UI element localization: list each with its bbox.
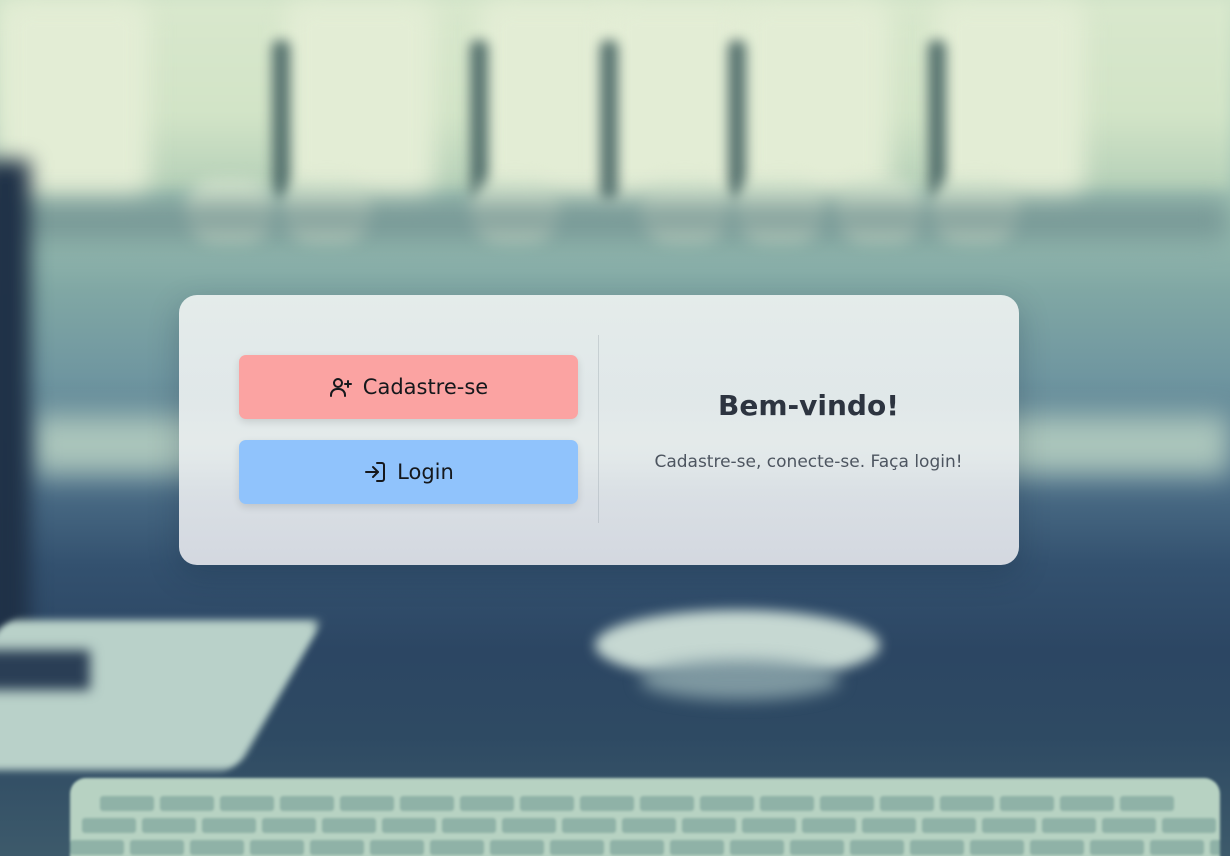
background-laptop (0, 620, 324, 770)
register-button[interactable]: Cadastre-se (239, 355, 578, 419)
welcome-subtitle: Cadastre-se, conecte-se. Faça login! (654, 452, 963, 472)
keyboard-row (70, 840, 1220, 855)
welcome-title: Bem-vindo! (718, 389, 899, 422)
keyboard-row (100, 796, 1174, 811)
welcome-card: Cadastre-se Login Bem-vindo! Cadastre-se… (179, 295, 1019, 565)
background-rod (600, 40, 618, 200)
background-rod (928, 40, 946, 200)
keyboard-row (82, 818, 1216, 833)
background-pillar (935, 0, 1085, 200)
card-divider (598, 335, 599, 523)
background-keyboard (70, 778, 1220, 856)
background-laptop-screen (0, 650, 90, 690)
background-pillar (285, 0, 435, 200)
register-button-label: Cadastre-se (362, 375, 489, 399)
background-rod (728, 40, 746, 200)
login-button-label: Login (397, 460, 454, 484)
welcome-panel: Bem-vindo! Cadastre-se, conecte-se. Faça… (598, 295, 1019, 565)
login-button[interactable]: Login (239, 440, 578, 504)
auth-actions: Cadastre-se Login (179, 295, 598, 565)
background-pillar (740, 0, 890, 200)
user-plus-icon (329, 378, 352, 397)
background-shelf (0, 200, 1230, 240)
background-bowl-base (640, 660, 840, 700)
background-rod (272, 40, 290, 200)
background-rod (470, 40, 488, 200)
page-background: Cadastre-se Login Bem-vindo! Cadastre-se… (0, 0, 1230, 856)
log-in-icon (365, 462, 386, 482)
